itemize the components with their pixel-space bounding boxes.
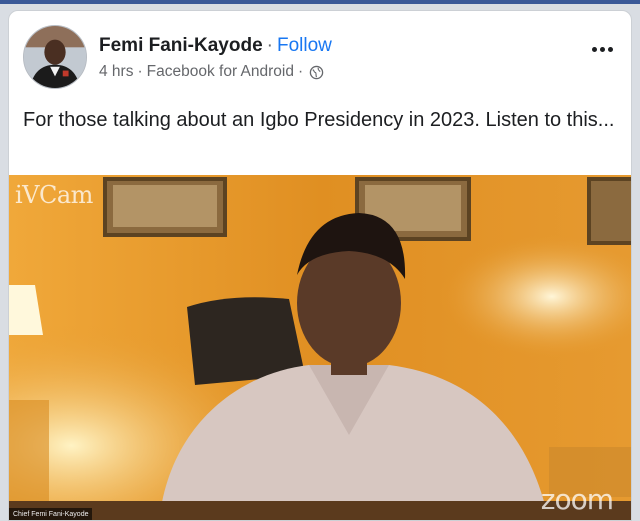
ivcam-watermark: iVCam <box>15 181 93 209</box>
video-frame <box>9 175 631 520</box>
author-name[interactable]: Femi Fani-Kayode <box>99 35 263 56</box>
follow-button[interactable]: Follow <box>277 35 332 56</box>
video-player[interactable]: iVCam zoom Chief Femi Fani-Kayode <box>9 175 631 520</box>
post-header: Femi Fani-Kayode · Follow 4 hrs · Facebook… <box>9 11 631 101</box>
meta-separator: · <box>137 63 143 80</box>
participant-name-tag: Chief Femi Fani-Kayode <box>9 508 93 520</box>
post-meta: 4 hrs · Facebook for Android · <box>99 63 324 81</box>
dot-separator: · <box>266 35 273 56</box>
more-dot <box>591 46 597 52</box>
avatar[interactable] <box>23 25 87 89</box>
more-options-icon[interactable] <box>587 37 617 61</box>
post-time[interactable]: 4 hrs <box>99 63 133 81</box>
zoom-watermark: zoom <box>540 483 614 516</box>
more-dot <box>607 46 613 52</box>
post-caption: For those talking about an Igbo Presiden… <box>23 109 615 131</box>
avatar-image <box>24 26 86 88</box>
meta-separator: · <box>297 63 304 80</box>
post-source: Facebook for Android <box>146 63 294 80</box>
author-row: Femi Fani-Kayode · Follow <box>99 35 332 57</box>
post-card: Femi Fani-Kayode · Follow 4 hrs · Facebook… <box>8 10 632 521</box>
top-bar <box>0 0 640 4</box>
globe-icon <box>309 65 324 80</box>
more-dot <box>599 46 605 52</box>
